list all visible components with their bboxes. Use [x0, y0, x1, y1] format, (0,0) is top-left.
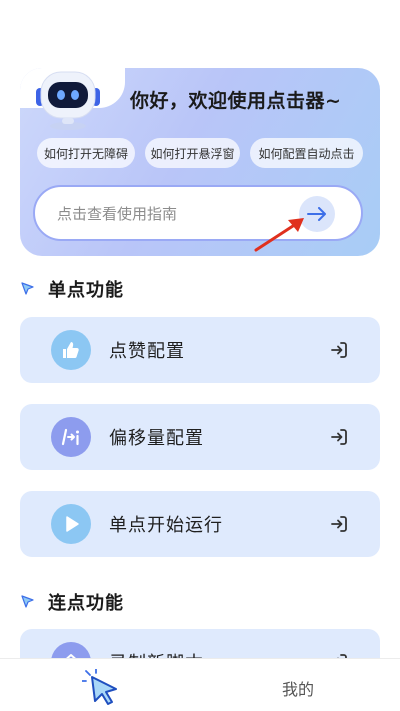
section-single-click: 单点功能 [20, 276, 124, 302]
faq-chip-floating-window[interactable]: 如何打开悬浮窗 [145, 138, 240, 168]
thumbs-up-icon [51, 330, 91, 370]
cursor-click-icon[interactable] [82, 669, 124, 707]
welcome-title: 你好，欢迎使用点击器~ [130, 90, 342, 112]
enter-arrow-icon [331, 429, 347, 445]
section-multi-click: 连点功能 [20, 589, 124, 615]
offset-icon [51, 417, 91, 457]
enter-arrow-icon [331, 342, 347, 358]
cursor-arrow-icon [21, 282, 34, 295]
cursor-arrow-icon [21, 595, 34, 608]
faq-chip-auto-click-config[interactable]: 如何配置自动点击 [250, 138, 363, 168]
card-single-click-start[interactable]: 单点开始运行 [20, 491, 380, 557]
card-like-config[interactable]: 点赞配置 [20, 317, 380, 383]
guide-search-bar[interactable]: 点击查看使用指南 [33, 185, 363, 241]
arrow-right-icon [307, 207, 326, 221]
card-label: 偏移量配置 [109, 428, 204, 449]
card-offset-config[interactable]: 偏移量配置 [20, 404, 380, 470]
card-label: 点赞配置 [109, 341, 185, 362]
section-title: 单点功能 [48, 280, 124, 301]
section-title: 连点功能 [48, 593, 124, 614]
play-icon [51, 504, 91, 544]
robot-mascot-icon [36, 71, 100, 130]
tab-mine[interactable]: 我的 [282, 676, 314, 700]
faq-chip-accessibility[interactable]: 如何打开无障碍 [37, 138, 135, 168]
bottom-navigation: 我的 [0, 658, 400, 711]
red-annotation-arrow-icon [254, 218, 304, 252]
card-label: 单点开始运行 [109, 515, 223, 536]
enter-arrow-icon [331, 516, 347, 532]
guide-search-placeholder: 点击查看使用指南 [57, 204, 178, 223]
